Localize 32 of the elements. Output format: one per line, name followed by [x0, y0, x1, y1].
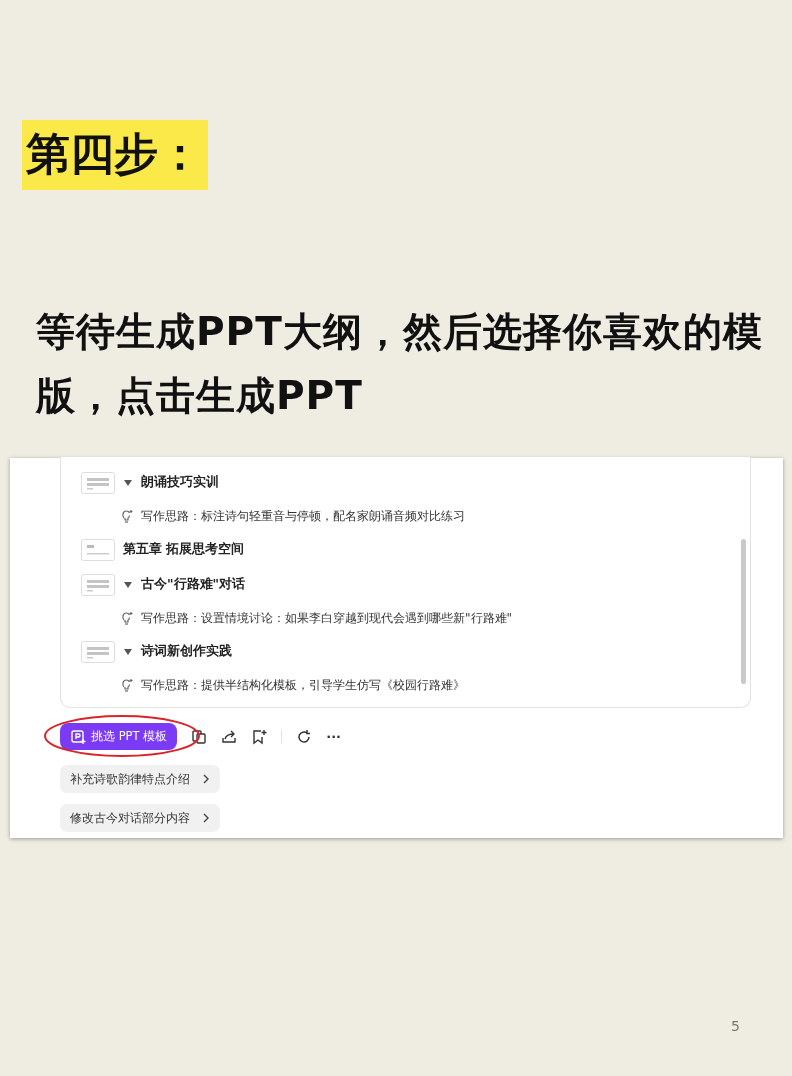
chevron-right-icon	[202, 813, 210, 823]
bookmark-add-icon[interactable]	[251, 728, 268, 745]
writing-idea-text: 写作思路：标注诗句轻重音与停顿，配名家朗诵音频对比练习	[141, 507, 465, 525]
choose-template-button[interactable]: 挑选 PPT 模板	[60, 723, 178, 750]
template-add-icon	[70, 728, 86, 745]
share-icon[interactable]	[221, 728, 238, 745]
section-title: 朗诵技巧实训	[141, 474, 219, 491]
lightbulb-icon	[119, 610, 135, 626]
refresh-icon[interactable]	[296, 728, 313, 745]
chapter-title: 第五章 拓展思考空间	[123, 541, 245, 558]
lightbulb-icon	[119, 677, 135, 693]
writing-idea-text: 写作思路：设置情境讨论：如果李白穿越到现代会遇到哪些新"行路难"	[141, 609, 513, 627]
slide-thumbnail-icon	[81, 640, 115, 663]
slide-thumbnail-icon	[81, 538, 115, 561]
section-title: 古今"行路难"对话	[141, 576, 246, 593]
slide-thumbnail-icon	[81, 573, 115, 596]
expand-triangle-icon[interactable]	[123, 647, 133, 656]
expand-triangle-icon[interactable]	[123, 580, 133, 589]
instruction-text: 等待生成PPT大纲，然后选择你喜欢的模版，点击生成PPT	[36, 308, 764, 420]
more-button[interactable]: ···	[326, 729, 342, 744]
suggestion-chip[interactable]: 修改古今对话部分内容	[60, 804, 220, 832]
slide-thumbnail-icon	[81, 471, 115, 494]
copy-icon[interactable]	[191, 728, 208, 745]
lightbulb-icon	[119, 508, 135, 524]
section-title: 诗词新创作实践	[141, 643, 232, 660]
scrollbar-thumb[interactable]	[741, 539, 746, 684]
writing-idea-text: 写作思路：提供半结构化模板，引导学生仿写《校园行路难》	[141, 676, 465, 694]
suggestion-chip[interactable]: 补充诗歌韵律特点介绍	[60, 765, 220, 793]
expand-triangle-icon[interactable]	[123, 478, 133, 487]
step-title: 第四步：	[22, 120, 208, 190]
chevron-right-icon	[202, 774, 210, 784]
page-number: 5	[731, 1018, 740, 1034]
